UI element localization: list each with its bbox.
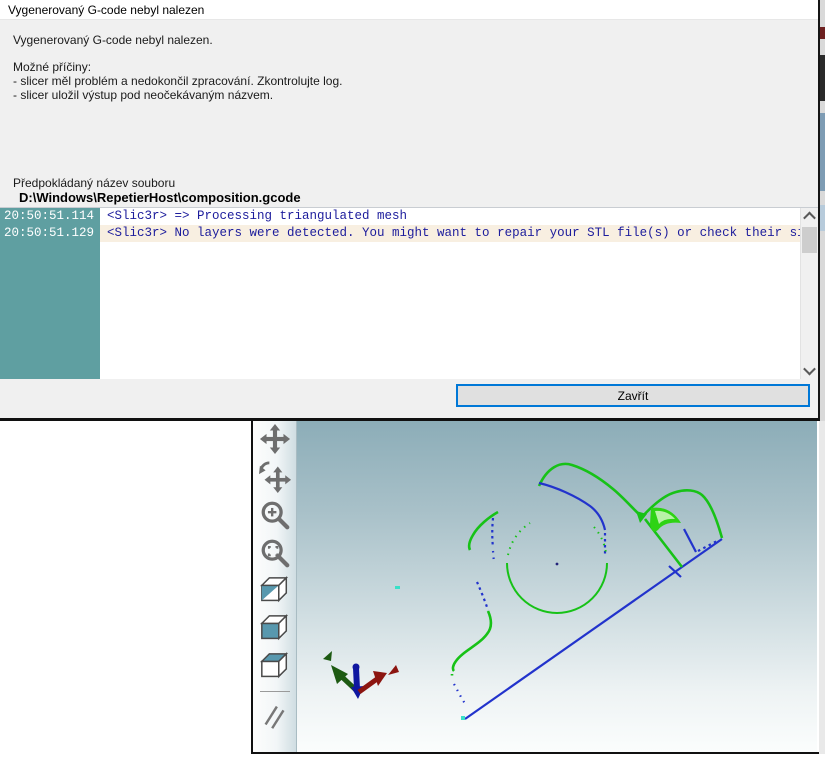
slicer-log[interactable]: 20:50:51.114 <Slic3r> => Processing tria… xyxy=(0,207,818,379)
dialog-message: Vygenerovaný G-code nebyl nalezen. xyxy=(13,33,213,47)
toolpath-render xyxy=(297,421,817,752)
gcode-not-found-dialog: Vygenerovaný G-code nebyl nalezen Vygene… xyxy=(0,0,820,421)
view-toolbar xyxy=(253,421,297,752)
workspace xyxy=(0,421,825,754)
background-window-edge xyxy=(820,0,825,421)
close-button-label: Zavřít xyxy=(618,389,649,403)
zoom-fit-icon[interactable] xyxy=(257,536,293,570)
scroll-down-button[interactable] xyxy=(801,362,818,379)
view-front-icon[interactable] xyxy=(257,612,293,646)
cause-line: - slicer měl problém a nedokončil zpraco… xyxy=(13,74,342,88)
zoom-in-icon[interactable] xyxy=(257,498,293,532)
rotate-icon[interactable] xyxy=(257,460,293,494)
expected-filename: D:\Windows\RepetierHost\composition.gcod… xyxy=(19,190,301,205)
causes-header: Možné příčiny: xyxy=(13,60,342,74)
dialog-titlebar[interactable]: Vygenerovaný G-code nebyl nalezen xyxy=(0,0,818,20)
move-icon[interactable] xyxy=(257,422,293,456)
causes-block: Možné příčiny: - slicer měl problém a ne… xyxy=(13,60,342,102)
log-timestamp: 20:50:51.129 xyxy=(0,225,100,242)
log-message: <Slic3r> => Processing triangulated mesh xyxy=(100,208,801,225)
close-button[interactable]: Zavřít xyxy=(456,384,810,407)
chevron-up-icon xyxy=(803,212,816,225)
chevron-down-icon xyxy=(803,363,816,376)
3d-view-panel xyxy=(251,421,819,754)
log-timestamp: 20:50:51.114 xyxy=(0,208,100,225)
origin-axes-indicator xyxy=(323,651,399,699)
edge-sliver xyxy=(820,205,825,231)
log-row: 20:50:51.129 <Slic3r> No layers were det… xyxy=(0,225,801,242)
3d-viewport[interactable] xyxy=(297,421,817,752)
log-message: <Slic3r> No layers were detected. You mi… xyxy=(100,225,801,242)
parallel-projection-icon[interactable] xyxy=(257,699,293,733)
edge-sliver xyxy=(820,27,825,39)
cause-line: - slicer uložil výstup pod neočekávaným … xyxy=(13,88,342,102)
view-top-icon[interactable] xyxy=(257,650,293,684)
scrollbar-thumb[interactable] xyxy=(802,227,817,253)
scroll-up-button[interactable] xyxy=(801,208,818,225)
dialog-title: Vygenerovaný G-code nebyl nalezen xyxy=(8,3,204,17)
right-gutter xyxy=(819,421,825,754)
view-isometric-icon[interactable] xyxy=(257,574,293,608)
toolbar-divider xyxy=(260,691,290,692)
filename-label: Předpokládaný název souboru xyxy=(13,176,175,190)
edge-sliver xyxy=(820,55,825,101)
log-row: 20:50:51.114 <Slic3r> => Processing tria… xyxy=(0,208,801,225)
edge-sliver xyxy=(820,113,825,191)
log-scrollbar[interactable] xyxy=(800,208,818,379)
